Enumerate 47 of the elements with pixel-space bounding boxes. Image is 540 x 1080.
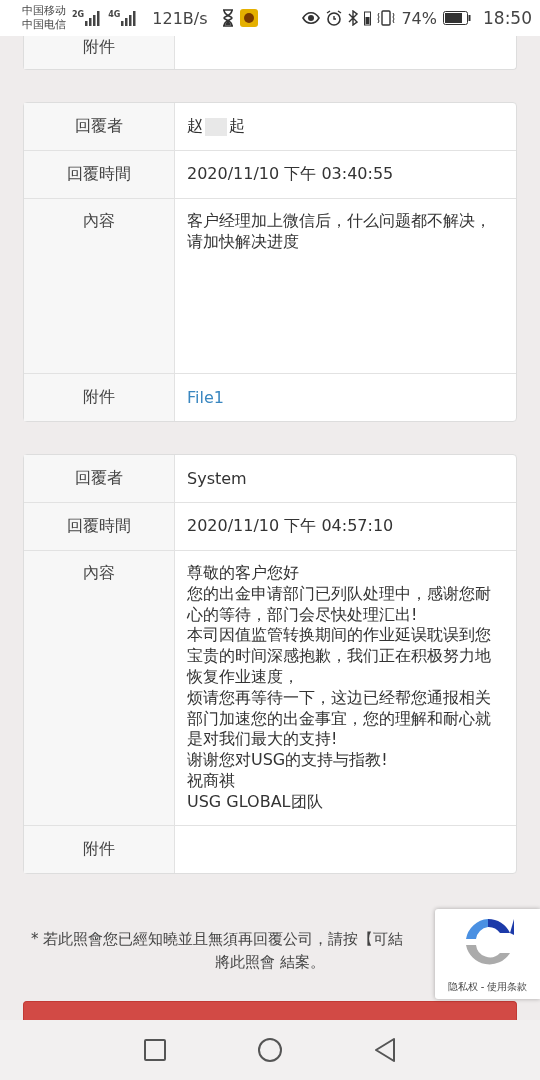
battery-icon xyxy=(443,11,471,25)
carrier-name: 中国电信 xyxy=(22,18,66,32)
clock-time: 18:50 xyxy=(483,8,532,28)
message-text: 尊敬的客户您好 xyxy=(187,563,300,584)
field-label: 內容 xyxy=(24,551,175,825)
recent-apps-icon[interactable] xyxy=(143,1038,167,1062)
message-text: 烦请您再等待一下，这边已经帮您通报相关部门加速您的出金事宜，您的理解和耐心就是对我们最大的支持! xyxy=(187,687,492,751)
message-text: 客户经理加上微信后，什么问题都不解决，请加快解决进度 xyxy=(187,211,492,253)
bluetooth-icon xyxy=(348,10,359,26)
footnote-text: * 若此照會您已經知曉並且無須再回覆公司，請按【可結 xyxy=(31,928,405,950)
network-speed: 121B/s xyxy=(152,8,208,28)
message-text: 本司因值监管转换期间的作业延误耽误到您宝贵的时间深感抱歉，我们正在积极努力地恢复作业速度， xyxy=(187,625,492,688)
back-icon[interactable] xyxy=(373,1037,397,1063)
battery-small-icon xyxy=(364,10,372,26)
file-link[interactable]: File1 xyxy=(187,388,224,407)
action-button[interactable] xyxy=(23,1000,517,1020)
message-text: 谢谢您对USG的支持与指教! xyxy=(187,750,389,771)
field-label: 附件 xyxy=(24,374,175,421)
eye-icon xyxy=(302,11,321,25)
app-icon xyxy=(239,9,258,27)
footnote-text: 將此照會 結案。 xyxy=(214,951,326,973)
field-value: System xyxy=(187,469,247,488)
message-text: USG GLOBAL团队 xyxy=(187,791,324,813)
hourglass-icon xyxy=(221,9,234,27)
network-type-label: 4G xyxy=(108,10,121,19)
name-text: 起 xyxy=(229,116,245,137)
vibrate-icon xyxy=(377,10,396,26)
field-label: 回覆時間 xyxy=(24,503,175,550)
carrier-name: 中国移动 xyxy=(22,4,66,18)
field-label: 回覆者 xyxy=(24,103,175,150)
alarm-icon xyxy=(326,10,343,26)
signal-icon xyxy=(120,10,139,26)
field-label: 附件 xyxy=(24,36,175,69)
field-label: 附件 xyxy=(24,825,175,873)
field-value: 2020/11/10 下午 04:57:10 xyxy=(187,516,394,537)
field-label: 回覆時間 xyxy=(24,151,175,198)
field-value: 2020/11/10 下午 03:40:55 xyxy=(187,164,394,185)
field-label: 內容 xyxy=(24,199,175,373)
home-icon[interactable] xyxy=(257,1037,283,1063)
battery-percent: 74% xyxy=(401,8,437,28)
message-text: 祝商祺 xyxy=(187,770,236,792)
field-label: 回覆者 xyxy=(24,455,175,502)
signal-icon xyxy=(84,10,103,26)
message-text: 您的出金申请部门已列队处理中，感谢您耐心的等待，部门会尽快处理汇出! xyxy=(187,583,492,626)
privacy-terms-link[interactable]: 隐私权 - 使用条款 xyxy=(447,980,528,994)
network-type-label: 2G xyxy=(72,10,85,19)
name-text: 赵 xyxy=(187,116,203,137)
